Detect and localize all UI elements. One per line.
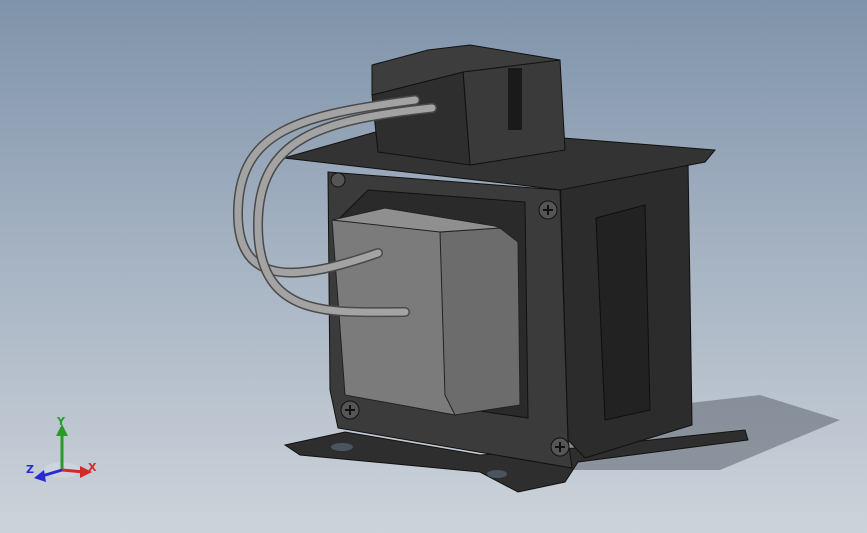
x-axis-label: X (88, 461, 97, 474)
screw-top-left (330, 172, 346, 188)
terminal-slot (508, 68, 522, 130)
y-axis-label: Y (57, 415, 65, 428)
transformer-model[interactable] (0, 0, 867, 533)
graphics-viewport[interactable]: Y X Z (0, 0, 867, 533)
view-triad[interactable]: Y X Z (22, 410, 112, 490)
bracket-slot-left (331, 443, 353, 451)
z-axis-label: Z (26, 463, 34, 476)
coil-side (439, 227, 521, 416)
bracket-slot-right (487, 470, 507, 478)
coil-front (331, 219, 456, 416)
side-window (595, 204, 651, 421)
